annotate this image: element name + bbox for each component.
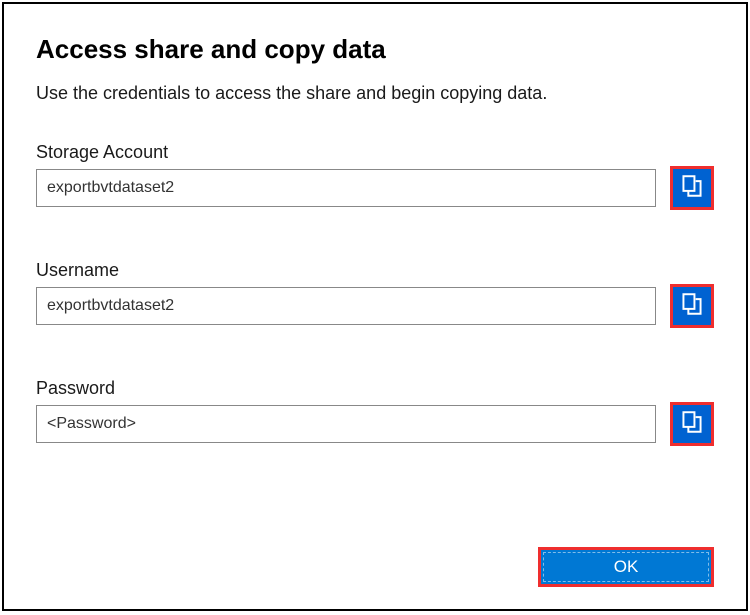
password-label: Password: [36, 378, 714, 399]
password-group: Password: [36, 378, 714, 446]
storage-account-group: Storage Account: [36, 142, 714, 210]
username-row: [36, 287, 714, 328]
copy-icon: [682, 411, 702, 438]
copy-username-button[interactable]: [670, 284, 714, 328]
dialog-title: Access share and copy data: [36, 34, 714, 65]
password-row: [36, 405, 714, 446]
storage-account-input[interactable]: [36, 169, 656, 207]
ok-button[interactable]: OK: [538, 547, 714, 587]
dialog-description: Use the credentials to access the share …: [36, 83, 714, 104]
storage-account-row: [36, 169, 714, 210]
username-label: Username: [36, 260, 714, 281]
password-input[interactable]: [36, 405, 656, 443]
copy-storage-account-button[interactable]: [670, 166, 714, 210]
dialog-footer: OK: [538, 547, 714, 587]
username-group: Username: [36, 260, 714, 328]
storage-account-label: Storage Account: [36, 142, 714, 163]
copy-icon: [682, 175, 702, 202]
access-share-dialog: Access share and copy data Use the crede…: [2, 2, 748, 611]
copy-password-button[interactable]: [670, 402, 714, 446]
copy-icon: [682, 293, 702, 320]
username-input[interactable]: [36, 287, 656, 325]
